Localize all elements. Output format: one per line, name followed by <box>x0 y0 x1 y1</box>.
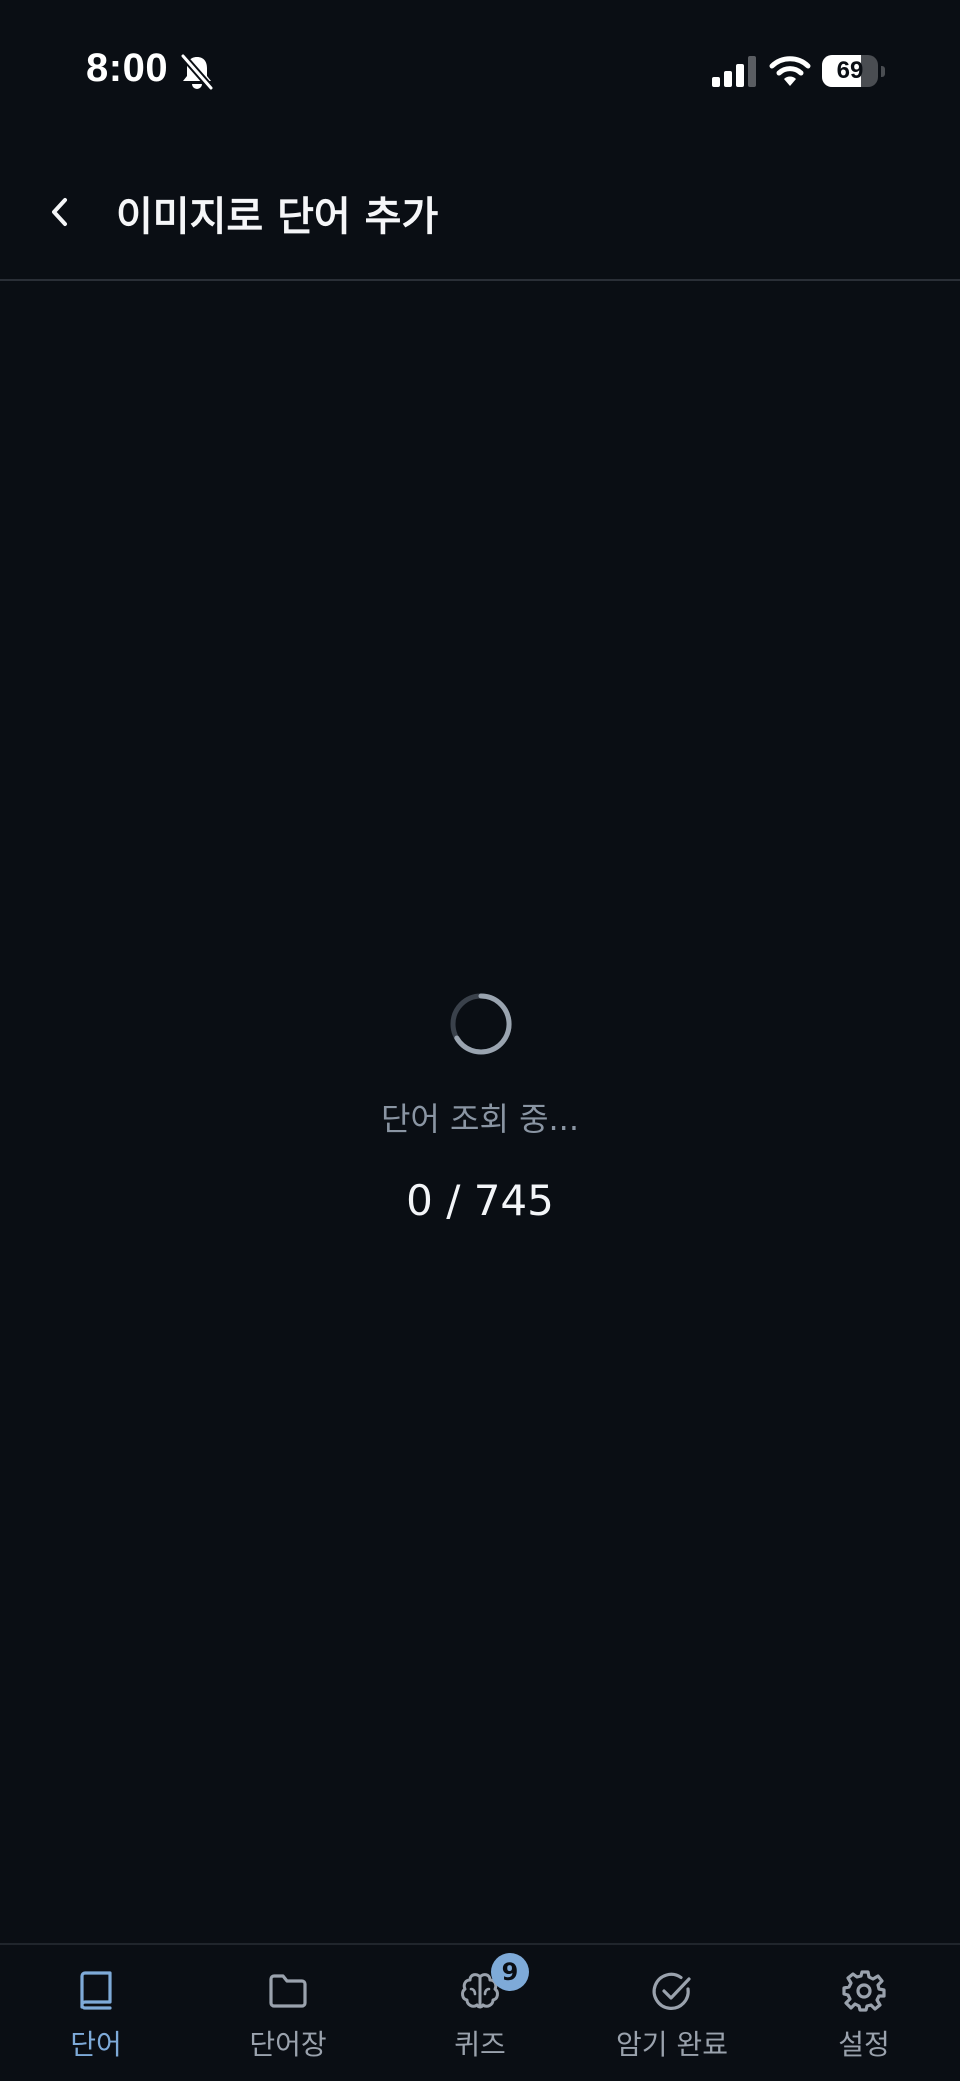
tab-quiz[interactable]: 9 퀴즈 <box>384 1953 576 2069</box>
tab-words[interactable]: 단어 <box>0 1969 192 2069</box>
chevron-left-icon <box>52 198 67 226</box>
book-icon <box>80 1971 112 2010</box>
tab-memorized[interactable]: 암기 완료 <box>576 1969 768 2069</box>
tab-wordbook[interactable]: 단어장 <box>192 1969 384 2069</box>
header: 이미지로 단어 추가 <box>0 140 960 281</box>
page-title: 이미지로 단어 추가 <box>116 194 439 240</box>
tab-label: 퀴즈 <box>454 2028 506 2061</box>
battery-nub <box>881 66 885 77</box>
loading-progress: 0 / 745 <box>406 1176 554 1225</box>
battery-body: 69 <box>822 55 878 87</box>
tab-label: 암기 완료 <box>616 2028 728 2061</box>
status-bar: 8:00 69 <box>0 0 960 140</box>
bottom-tab-bar: 단어 단어장 9 퀴즈 암기 완료 설정 <box>0 1943 960 2081</box>
tab-label: 단어 <box>70 2028 122 2061</box>
back-button[interactable] <box>30 182 90 242</box>
screen: 8:00 69 이미지로 단어 추가 단어 조회 중... 0 / 745 단어… <box>0 0 960 2081</box>
battery-icon: 69 <box>822 55 886 87</box>
bell-slash-icon <box>180 53 214 91</box>
loading-state: 단어 조회 중... 0 / 745 <box>0 990 960 1230</box>
gear-icon <box>842 1970 886 2012</box>
folder-icon <box>269 1974 307 2008</box>
quiz-badge: 9 <box>491 1953 529 1991</box>
battery-level: 69 <box>836 57 864 84</box>
status-time: 8:00 <box>86 46 169 90</box>
tab-label: 설정 <box>838 2028 890 2061</box>
wifi-icon <box>769 56 811 86</box>
loading-spinner-icon <box>450 993 512 1055</box>
loading-message: 단어 조회 중... <box>380 1100 580 1138</box>
check-circle-icon <box>652 1972 691 2010</box>
cellular-signal-icon <box>712 56 756 87</box>
tab-settings[interactable]: 설정 <box>768 1969 960 2069</box>
tab-label: 단어장 <box>249 2028 327 2061</box>
